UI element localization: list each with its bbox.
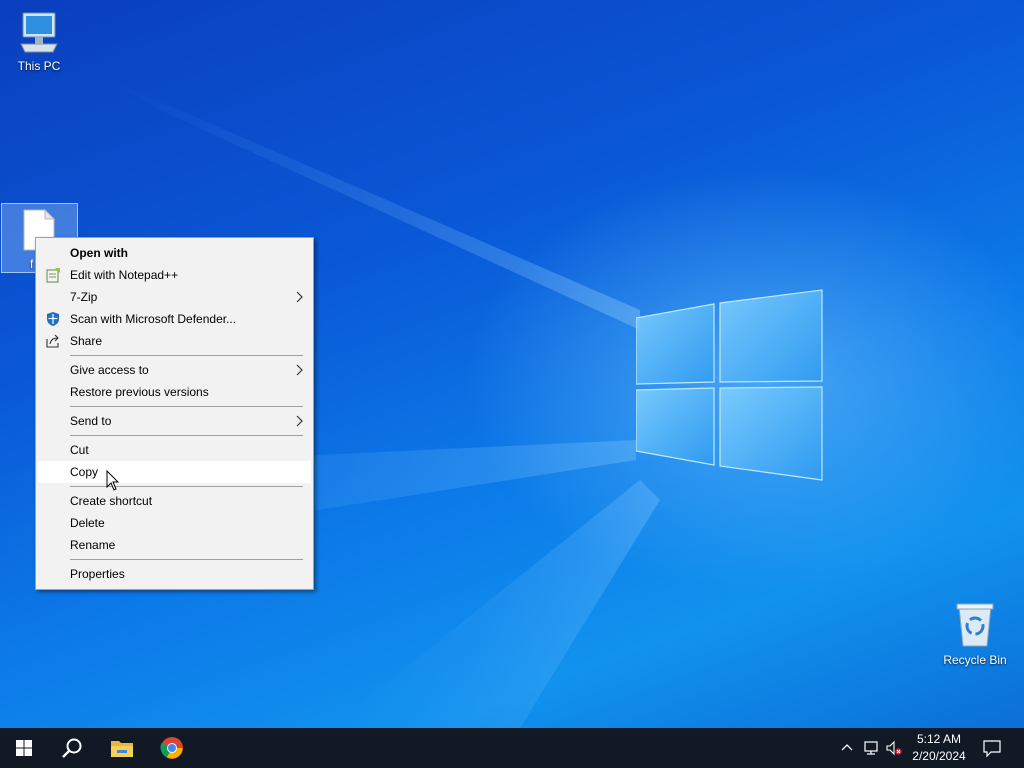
menu-item-label: Share <box>70 334 103 348</box>
menu-item-scan-defender[interactable]: Scan with Microsoft Defender... <box>36 308 313 330</box>
menu-item-give-access-to[interactable]: Give access to <box>36 359 313 381</box>
chevron-right-icon <box>296 364 303 376</box>
menu-item-edit-with-notepadpp[interactable]: Edit with Notepad++ <box>36 264 313 286</box>
recycle-bin-icon <box>956 603 994 647</box>
desktop-icon-recycle-bin[interactable]: Recycle Bin <box>937 602 1013 667</box>
menu-separator <box>70 559 303 560</box>
taskbar-clock[interactable]: 5:12 AM 2/20/2024 <box>906 731 972 765</box>
menu-item-label: Edit with Notepad++ <box>70 268 179 282</box>
menu-item-restore-previous-versions[interactable]: Restore previous versions <box>36 381 313 403</box>
defender-shield-icon <box>47 312 59 326</box>
menu-item-label: Send to <box>70 414 112 428</box>
menu-item-cut[interactable]: Cut <box>36 439 313 461</box>
menu-item-label: Restore previous versions <box>70 385 209 399</box>
search-icon <box>62 738 82 758</box>
taskbar-file-explorer[interactable] <box>98 728 146 768</box>
menu-separator <box>70 435 303 436</box>
menu-item-label: Give access to <box>70 363 149 377</box>
desktop-icon-label: f <box>30 257 34 271</box>
menu-item-send-to[interactable]: Send to <box>36 410 313 432</box>
menu-item-label: Scan with Microsoft Defender... <box>70 312 237 326</box>
menu-separator <box>70 355 303 356</box>
desktop-icon-label: This PC <box>17 59 61 73</box>
computer-icon <box>20 12 58 53</box>
menu-item-properties[interactable]: Properties <box>36 563 313 585</box>
menu-item-label: Properties <box>70 567 125 581</box>
menu-item-rename[interactable]: Rename <box>36 534 313 556</box>
windows-start-icon <box>16 740 32 756</box>
windows-wallpaper-logo <box>636 289 823 481</box>
file-explorer-icon <box>111 741 133 757</box>
search-button[interactable] <box>48 728 96 768</box>
menu-item-label: Delete <box>70 516 105 530</box>
taskbar-chrome[interactable] <box>148 728 196 768</box>
desktop-icon-this-pc[interactable]: This PC <box>1 10 77 73</box>
menu-item-label: Rename <box>70 538 116 552</box>
desktop-icon-label: Recycle Bin <box>943 653 1007 667</box>
menu-item-create-shortcut[interactable]: Create shortcut <box>36 490 313 512</box>
chevron-right-icon <box>296 291 303 303</box>
network-icon[interactable] <box>863 740 879 756</box>
menu-item-label: 7-Zip <box>70 290 98 304</box>
chevron-right-icon <box>296 415 303 427</box>
notepadpp-icon <box>46 268 60 283</box>
menu-item-share[interactable]: Share <box>36 330 313 352</box>
start-button[interactable] <box>0 728 48 768</box>
menu-item-label: Open with <box>70 246 128 260</box>
menu-item-label: Create shortcut <box>70 494 153 508</box>
menu-separator <box>70 486 303 487</box>
mouse-cursor-icon <box>106 470 120 491</box>
share-icon <box>46 334 59 348</box>
clock-date: 2/20/2024 <box>912 749 966 763</box>
chevron-up-icon[interactable] <box>839 740 855 756</box>
taskbar: 5:12 AM 2/20/2024 <box>0 728 1024 768</box>
menu-item-delete[interactable]: Delete <box>36 512 313 534</box>
menu-separator <box>70 406 303 407</box>
context-menu: Open with Edit with Notepad++ 7-Zip Scan… <box>35 237 314 590</box>
chrome-icon <box>160 737 183 759</box>
clock-time: 5:12 AM <box>916 732 962 746</box>
volume-muted-icon[interactable] <box>886 740 902 756</box>
menu-item-7zip[interactable]: 7-Zip <box>36 286 313 308</box>
menu-item-label: Cut <box>70 443 89 457</box>
menu-item-label: Copy <box>70 465 99 479</box>
menu-item-open-with[interactable]: Open with <box>36 242 313 264</box>
action-center-icon[interactable] <box>982 738 1002 758</box>
menu-item-copy[interactable]: Copy <box>38 461 311 483</box>
